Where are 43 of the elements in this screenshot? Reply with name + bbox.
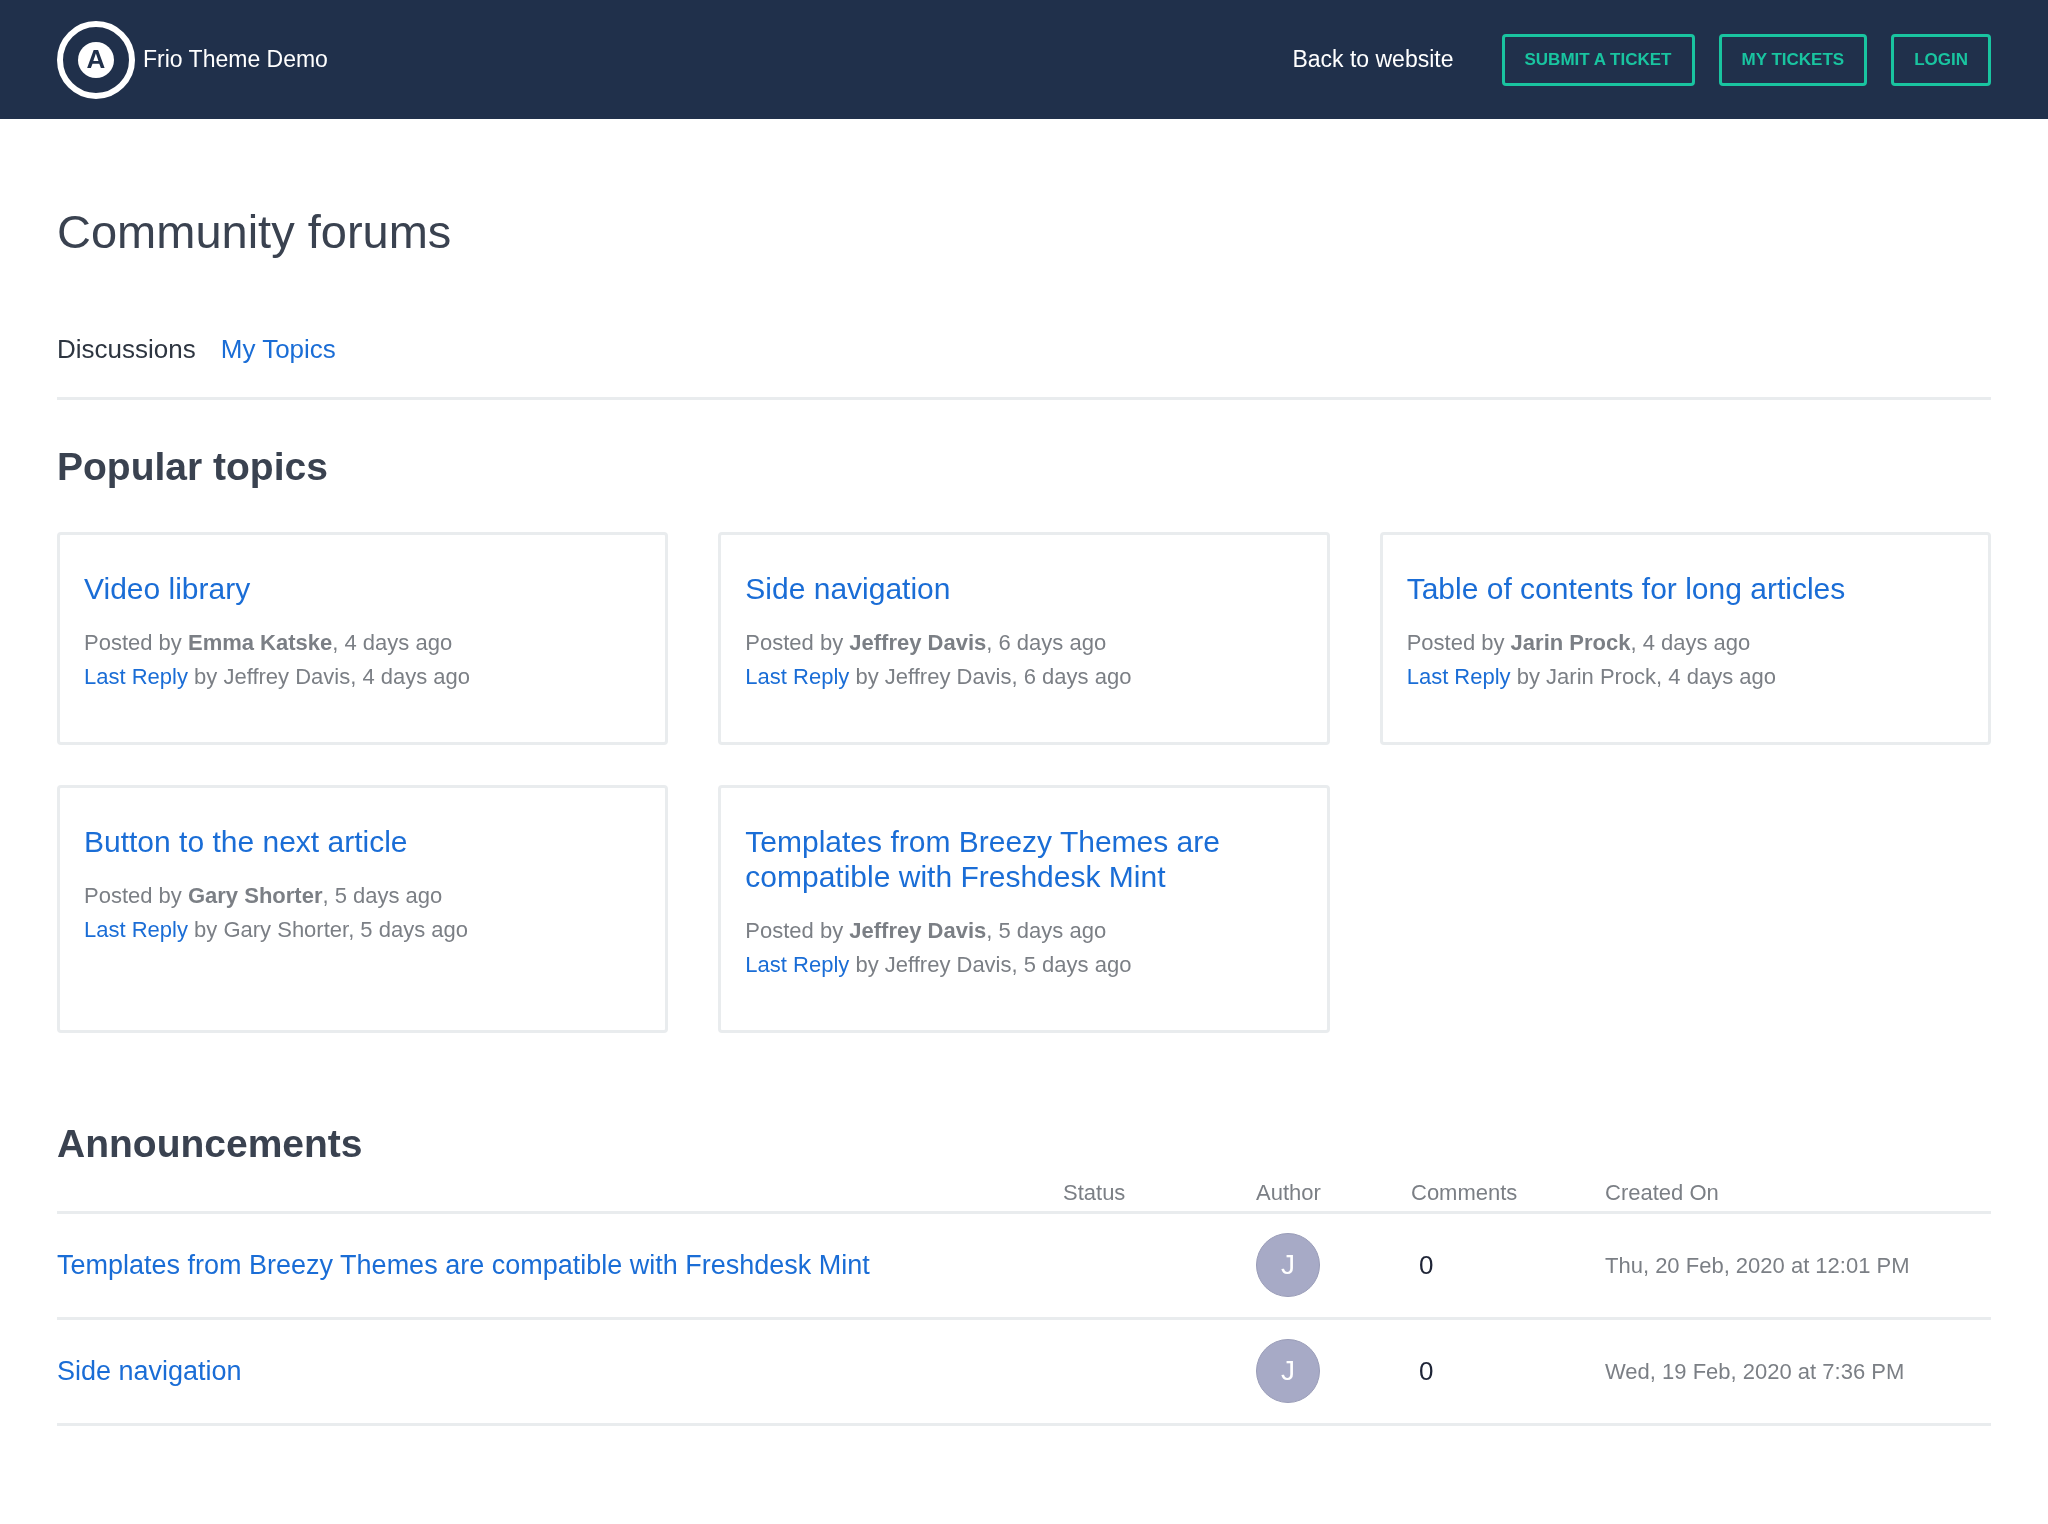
- posted-by-text: Posted by Gary Shorter, 5 days ago: [84, 882, 444, 910]
- last-reply-text: Last Reply by Jeffrey Davis, 4 days ago: [84, 663, 472, 691]
- page-title: Community forums: [57, 204, 453, 260]
- comment-count: 0: [1418, 1354, 1435, 1388]
- announcement-link[interactable]: Templates from Breezy Themes are compatible with Freshdesk Mint: [57, 1244, 1256, 1286]
- last-reply-link[interactable]: Last Reply: [745, 664, 850, 689]
- created-date: Wed, 19 Feb, 2020 at 7:36 PM: [1605, 1357, 1905, 1386]
- last-reply-link[interactable]: Last Reply: [1406, 664, 1511, 689]
- topic-title-link[interactable]: Video library: [84, 571, 642, 606]
- section-heading: Popular topics: [57, 443, 329, 490]
- column-header: Status: [1063, 1178, 1127, 1207]
- comment-count: 0: [1418, 1248, 1435, 1282]
- column-header: Comments: [1411, 1178, 1519, 1207]
- topic-title-link[interactable]: Templates from Breezy Themes are compatible with Freshdesk Mint: [745, 824, 1303, 894]
- back-to-website-link[interactable]: Back to website: [1292, 42, 1454, 77]
- last-reply-text: Last Reply by Jeffrey Davis, 5 days ago: [745, 951, 1133, 979]
- topic-title-link[interactable]: Side navigation: [745, 571, 1303, 606]
- last-reply-text: Last Reply by Jeffrey Davis, 6 days ago: [745, 663, 1133, 691]
- header-button[interactable]: SUBMIT A TICKET: [1501, 33, 1695, 86]
- logo-icon[interactable]: A: [57, 20, 135, 99]
- last-reply-text: Last Reply by Jarin Prock, 4 days ago: [1406, 663, 1777, 691]
- posted-by-text: Posted by Jeffrey Davis, 5 days ago: [745, 917, 1108, 945]
- header-button[interactable]: LOGIN: [1891, 33, 1991, 86]
- topic-title-link[interactable]: Table of contents for long articles: [1406, 571, 1964, 606]
- topic-title-link[interactable]: Button to the next article: [84, 824, 642, 859]
- site-name: Frio Theme Demo: [143, 45, 328, 75]
- section-heading: Announcements: [57, 1121, 364, 1167]
- created-date: Thu, 20 Feb, 2020 at 12:01 PM: [1605, 1251, 1910, 1280]
- tab[interactable]: Discussions: [57, 329, 196, 369]
- posted-by-text: Posted by Jeffrey Davis, 6 days ago: [745, 629, 1108, 657]
- last-reply-text: Last Reply by Gary Shorter, 5 days ago: [84, 916, 469, 944]
- avatar-icon: J: [1256, 1233, 1320, 1297]
- last-reply-link[interactable]: Last Reply: [84, 664, 188, 689]
- tab[interactable]: My Topics: [220, 329, 336, 369]
- avatar-icon: J: [1256, 1339, 1320, 1403]
- announcement-link[interactable]: Side navigation: [57, 1350, 1256, 1392]
- column-header: Created On: [1605, 1178, 1719, 1207]
- posted-by-text: Posted by Emma Katske, 4 days ago: [84, 629, 454, 657]
- last-reply-link[interactable]: Last Reply: [745, 952, 850, 977]
- column-header: Author: [1256, 1178, 1322, 1207]
- last-reply-link[interactable]: Last Reply: [84, 917, 188, 942]
- header-button[interactable]: MY TICKETS: [1718, 33, 1868, 86]
- posted-by-text: Posted by Jarin Prock, 4 days ago: [1406, 629, 1752, 657]
